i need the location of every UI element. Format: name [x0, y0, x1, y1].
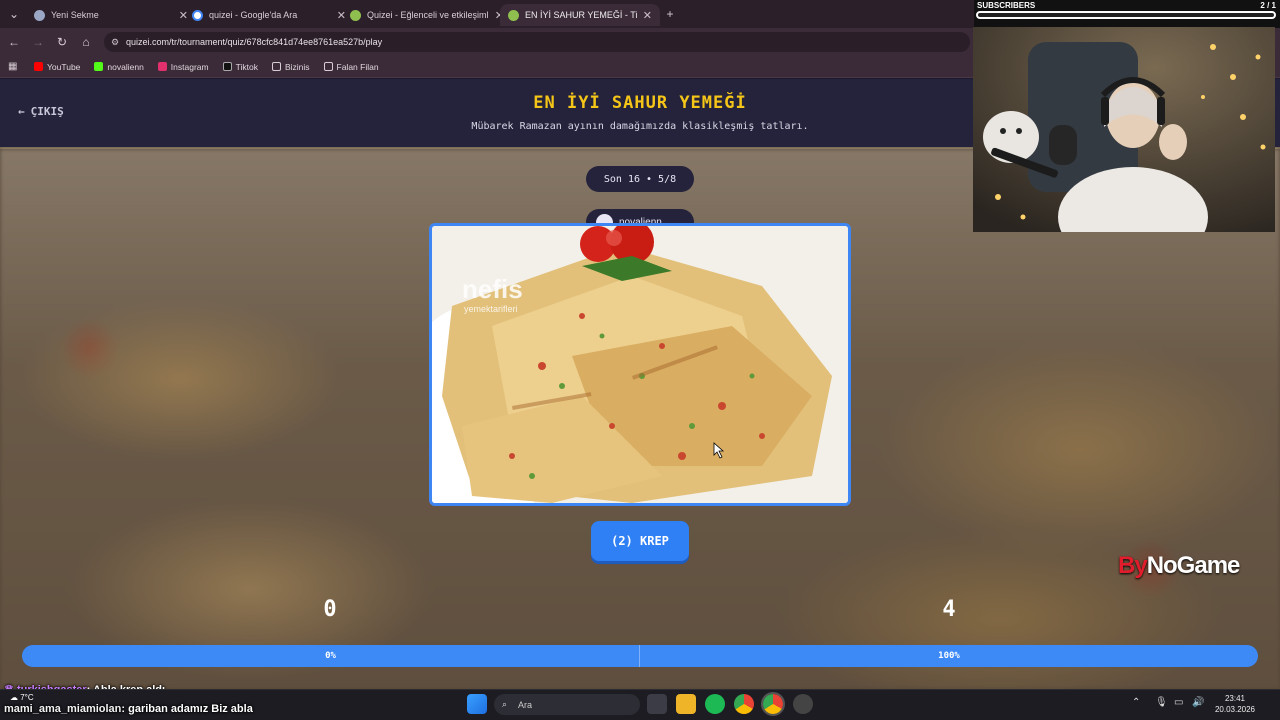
cloud-icon: ☁	[10, 693, 18, 702]
vote-progress-bar: 0% 100%	[22, 645, 1258, 667]
bookmark-youtube[interactable]: YouTube	[34, 62, 80, 72]
close-icon[interactable]: ✕	[643, 9, 652, 22]
tab-search-icon[interactable]: ⌄	[4, 4, 24, 24]
sponsor-prefix: By	[1118, 552, 1148, 579]
round-indicator: Son 16 • 5/8	[586, 166, 694, 192]
search-icon: ⌕	[502, 699, 508, 709]
url-text: quizei.com/tr/tournament/quiz/678cfc841d…	[126, 37, 383, 47]
chat-message: mami_ama_miamiolan: gariban adamız Biz a…	[4, 703, 253, 715]
choice-button[interactable]: (2) KREP	[591, 521, 689, 561]
bookmark-label: Tiktok	[235, 61, 258, 72]
obs-icon[interactable]	[793, 694, 813, 714]
folder-icon	[323, 62, 333, 71]
bookmark-folder-bizinis[interactable]: Bizinis	[271, 61, 310, 72]
folder-icon	[271, 62, 281, 71]
subscriber-goal-count: 2 / 1	[1260, 1, 1276, 10]
bookmark-label: novalienn	[107, 61, 144, 72]
tab-google-search[interactable]: quizei - Google'da Ara ✕	[184, 4, 354, 26]
back-arrow-icon[interactable]: ←	[4, 32, 24, 52]
nefis-watermark-sub: yemektarifleri	[464, 304, 518, 314]
progress-right-label: 100%	[938, 651, 960, 661]
quizei-icon	[508, 9, 519, 21]
windows-start-icon[interactable]	[467, 694, 487, 714]
clock-date: 20.03.2026	[1214, 705, 1256, 714]
progress-left-segment: 0%	[22, 645, 640, 667]
clock[interactable]: 23:41 20.03.2026	[1212, 693, 1258, 715]
progress-right-segment: 100%	[640, 645, 1258, 667]
chrome-profile-icon[interactable]	[761, 692, 785, 716]
bookmark-folder-falan-filan[interactable]: Falan Filan	[323, 61, 379, 72]
progress-left-label: 0%	[325, 651, 336, 661]
tab-title: Yeni Sekme	[51, 10, 99, 20]
instagram-icon	[157, 62, 167, 71]
spotify-icon[interactable]	[705, 694, 725, 714]
bookmark-label: Bizinis	[284, 61, 310, 72]
score-left: 0	[323, 597, 337, 622]
quizei-icon	[350, 9, 361, 21]
home-icon[interactable]: ⌂	[76, 32, 96, 52]
chat-username: mami_ama_miamiolan	[4, 703, 122, 715]
forward-arrow-icon[interactable]: →	[28, 32, 48, 52]
tab-title: Quizei - Eğlenceli ve etkileşimli	[367, 10, 489, 20]
chat-text: : gariban adamız Biz abla	[121, 703, 253, 715]
crepe-food-photo: nefis yemektarifleri	[432, 226, 848, 503]
tab-tier-list[interactable]: EN İYİ SAHUR YEMEĞİ - Tier Lis ✕	[500, 4, 660, 26]
bookmark-instagram[interactable]: Instagram	[157, 61, 209, 72]
subscriber-goal-label: SUBSCRIBERS	[977, 1, 1036, 10]
weather-temp: 7°C	[20, 693, 34, 702]
tab-quizei-home[interactable]: Quizei - Eğlenceli ve etkileşimli ✕	[342, 4, 512, 26]
score-right: 4	[942, 597, 956, 622]
globe-icon	[34, 9, 45, 21]
network-icon[interactable]: ▭	[1174, 697, 1183, 708]
apps-grid-icon[interactable]: ▦	[8, 61, 17, 72]
tiktok-icon	[222, 62, 232, 71]
bookmark-label: Instagram	[170, 61, 209, 72]
weather-widget[interactable]: ☁ 7°C	[10, 693, 34, 703]
sponsor-name: NoGame	[1146, 552, 1241, 579]
file-explorer-icon[interactable]	[676, 694, 696, 714]
google-icon	[192, 9, 203, 21]
chrome-icon[interactable]	[734, 694, 754, 714]
subscriber-goal-bar	[976, 11, 1276, 19]
tab-title: EN İYİ SAHUR YEMEĞİ - Tier Lis	[525, 10, 637, 20]
webcam-overlay	[973, 27, 1275, 232]
site-info-icon[interactable]: ⚙	[111, 37, 119, 48]
task-view-icon[interactable]	[647, 694, 667, 714]
youtube-icon	[34, 62, 43, 71]
address-bar[interactable]: ⚙ quizei.com/tr/tournament/quiz/678cfc84…	[104, 32, 970, 52]
microphone-icon[interactable]: 🎙	[1155, 697, 1168, 708]
kick-icon	[94, 62, 104, 71]
tab-title: quizei - Google'da Ara	[209, 10, 298, 20]
choice-image[interactable]: nefis yemektarifleri	[429, 223, 851, 506]
chevron-up-icon[interactable]: ⌃	[1132, 697, 1140, 708]
taskbar-search[interactable]: ⌕ Ara	[494, 694, 640, 715]
bookmark-label: YouTube	[47, 61, 81, 72]
bookmark-label: Falan Filan	[336, 61, 379, 72]
clock-time: 23:41	[1224, 694, 1246, 703]
new-tab-button[interactable]: +	[660, 4, 680, 24]
nefis-watermark: nefis	[462, 274, 523, 304]
sponsor-logo: ByNoGame	[1118, 552, 1241, 580]
search-placeholder: Ara	[518, 699, 533, 710]
volume-icon[interactable]: 🔊	[1192, 697, 1204, 708]
bookmark-novalienn[interactable]: novalienn	[94, 61, 144, 72]
tab-new-tab[interactable]: Yeni Sekme ✕	[26, 4, 196, 26]
reload-icon[interactable]: ↻	[52, 32, 72, 52]
bookmark-tiktok[interactable]: Tiktok	[222, 61, 258, 72]
